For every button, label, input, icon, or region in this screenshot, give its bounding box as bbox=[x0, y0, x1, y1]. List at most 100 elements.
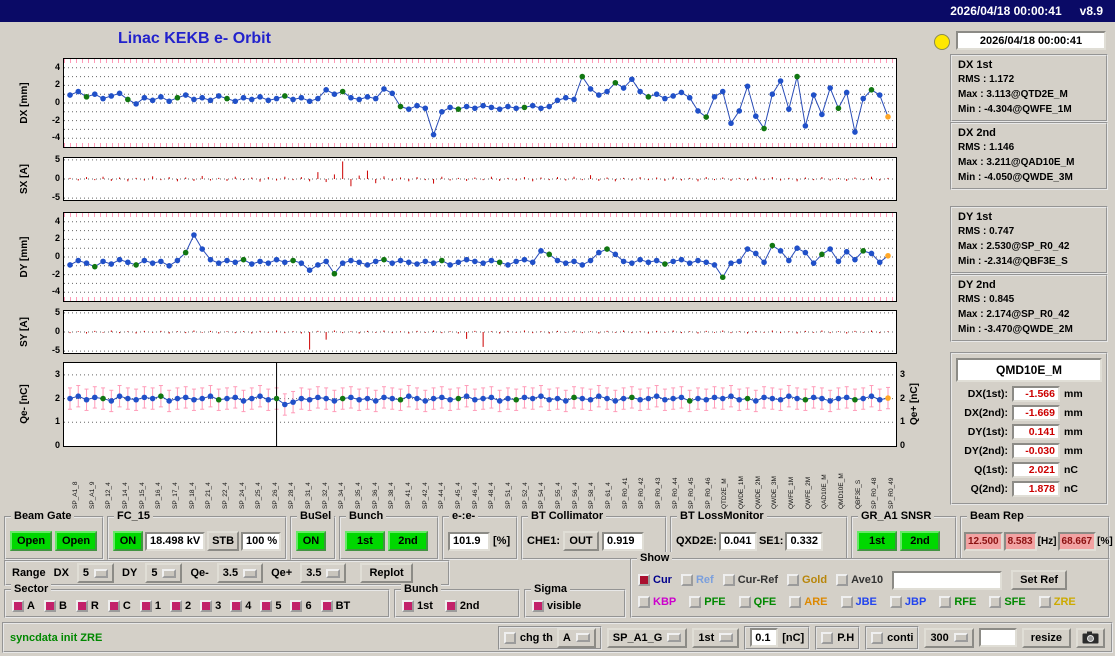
bunch-1st-button[interactable]: 1st bbox=[345, 531, 385, 551]
show-cur-ref[interactable]: Cur-Ref bbox=[722, 574, 778, 586]
show-kbp[interactable]: KBP bbox=[638, 596, 676, 608]
points-select[interactable]: 300 bbox=[924, 627, 974, 648]
station-label: SP_R0_45 bbox=[688, 477, 696, 509]
chg-th-checkbox[interactable] bbox=[503, 631, 516, 644]
device-select[interactable]: SP_A1_G bbox=[606, 627, 688, 648]
sector-2[interactable]: 2 bbox=[169, 599, 191, 612]
checkbox-box[interactable] bbox=[722, 574, 735, 586]
checkbox-box[interactable] bbox=[840, 596, 853, 608]
beam-gate-open-1-button[interactable]: Open bbox=[10, 531, 52, 551]
dx-orbit-chart[interactable] bbox=[63, 58, 897, 148]
checkbox-box[interactable] bbox=[43, 599, 56, 612]
station-label: QWFE_1M bbox=[788, 476, 796, 509]
checkbox-box[interactable] bbox=[680, 574, 693, 586]
checkbox-box[interactable] bbox=[638, 596, 650, 608]
bt-lossmonitor-panel: BT LossMonitor QXD2E: 0.041 SE1: 0.332 bbox=[670, 510, 848, 560]
beam-gate-open-2-button[interactable]: Open bbox=[55, 531, 97, 551]
sector-b[interactable]: B bbox=[43, 599, 67, 612]
busel-on-button[interactable]: ON bbox=[296, 531, 326, 551]
show-jbe[interactable]: JBE bbox=[840, 596, 877, 608]
bunch-2nd[interactable]: 2nd bbox=[444, 599, 479, 612]
checkbox-box[interactable] bbox=[139, 599, 152, 612]
bunch-2nd-button[interactable]: 2nd bbox=[388, 531, 428, 551]
conti-label: conti bbox=[887, 631, 914, 644]
checkbox-box[interactable] bbox=[836, 574, 849, 586]
set-ref-button[interactable]: Set Ref bbox=[1011, 570, 1068, 590]
bunch-1st[interactable]: 1st bbox=[402, 599, 433, 612]
monitor-row-unit: mm bbox=[1064, 425, 1083, 438]
checkbox-box[interactable] bbox=[402, 599, 414, 612]
checkbox-box[interactable] bbox=[889, 596, 902, 608]
bunch-select-label: Bunch bbox=[401, 583, 442, 595]
show-qfe[interactable]: QFE bbox=[738, 596, 776, 608]
sector-6[interactable]: 6 bbox=[290, 599, 312, 612]
show-rfe[interactable]: RFE bbox=[939, 596, 976, 608]
bunch-number-select[interactable]: 1st bbox=[692, 627, 740, 648]
checkbox-box[interactable] bbox=[787, 574, 800, 586]
checkbox-box[interactable] bbox=[738, 596, 751, 608]
sigma-visible[interactable]: visible bbox=[532, 599, 581, 612]
show-pfe[interactable]: PFE bbox=[689, 596, 726, 608]
beam-rep-panel: Beam Rep 12.500 8.583 [Hz] 68.667 [%] bbox=[960, 510, 1113, 560]
checkbox-box[interactable] bbox=[320, 599, 333, 612]
ph-checkbox[interactable] bbox=[821, 631, 834, 644]
show-ref[interactable]: Ref bbox=[680, 574, 714, 586]
sector-a[interactable]: A bbox=[12, 599, 35, 612]
checkbox-box[interactable] bbox=[532, 599, 544, 612]
stat-box-title: DY 2nd bbox=[958, 279, 996, 291]
gr-a1-2nd-button[interactable]: 2nd bbox=[900, 531, 940, 551]
charge-chart[interactable] bbox=[63, 362, 897, 447]
checkbox-box[interactable] bbox=[444, 599, 457, 612]
sector-c[interactable]: C bbox=[107, 599, 131, 612]
gr-a1-1st-button[interactable]: 1st bbox=[857, 531, 897, 551]
range-dy-select[interactable]: 5 bbox=[145, 563, 183, 583]
sector-5[interactable]: 5 bbox=[260, 599, 281, 612]
show-jbp[interactable]: JBP bbox=[889, 596, 926, 608]
checkbox-box[interactable] bbox=[12, 599, 24, 612]
sy-steering-chart[interactable] bbox=[63, 310, 897, 354]
checkbox-box[interactable] bbox=[939, 596, 952, 608]
checkbox-box[interactable] bbox=[169, 599, 182, 612]
sector-4[interactable]: 4 bbox=[230, 599, 251, 612]
fc15-on-button[interactable]: ON bbox=[113, 531, 143, 551]
che1-out-button[interactable]: OUT bbox=[563, 531, 600, 551]
show-gold[interactable]: Gold bbox=[787, 574, 827, 586]
range-qep-select[interactable]: 3.5 bbox=[300, 563, 347, 583]
status-led-icon bbox=[934, 34, 950, 50]
ref-name-input[interactable] bbox=[892, 570, 1003, 590]
range-qem-select[interactable]: 3.5 bbox=[216, 563, 264, 583]
checkbox-box[interactable] bbox=[230, 599, 243, 612]
show-zre[interactable]: ZRE bbox=[1038, 596, 1076, 608]
checkbox-box[interactable] bbox=[1038, 596, 1051, 608]
checkbox-box[interactable] bbox=[107, 599, 120, 612]
sx-steering-chart[interactable] bbox=[63, 157, 897, 201]
checkbox-box[interactable] bbox=[75, 599, 88, 612]
conti-checkbox[interactable] bbox=[871, 631, 884, 644]
replot-button[interactable]: Replot bbox=[360, 563, 413, 583]
checkbox-box[interactable] bbox=[290, 599, 303, 612]
screenshot-button[interactable] bbox=[1076, 627, 1105, 648]
checkbox-box[interactable] bbox=[260, 599, 273, 612]
show-sfe[interactable]: SFE bbox=[989, 596, 1026, 608]
range-dx-select[interactable]: 5 bbox=[76, 563, 115, 583]
checkbox-box[interactable] bbox=[689, 596, 702, 608]
checkbox-box[interactable] bbox=[989, 596, 1002, 608]
dy-orbit-chart[interactable] bbox=[63, 212, 897, 302]
aux-input[interactable] bbox=[978, 628, 1017, 647]
se1-label: SE1: bbox=[758, 535, 784, 547]
station-label: SP_R0_46 bbox=[704, 477, 712, 509]
sector-bt[interactable]: BT bbox=[320, 599, 350, 612]
checkbox-box[interactable] bbox=[200, 599, 213, 612]
sector-1[interactable]: 1 bbox=[139, 599, 161, 612]
thresh-sector-select[interactable]: A bbox=[556, 627, 596, 648]
show-cur[interactable]: Cur bbox=[638, 574, 672, 586]
resize-button[interactable]: resize bbox=[1021, 627, 1071, 648]
show-ave10[interactable]: Ave10 bbox=[836, 574, 883, 586]
checkbox-box[interactable] bbox=[638, 574, 650, 586]
sector-3[interactable]: 3 bbox=[200, 599, 221, 612]
monitor-row-label: DX(1st): bbox=[967, 387, 1008, 400]
fc15-stb-button[interactable]: STB bbox=[207, 531, 239, 551]
show-are[interactable]: ARE bbox=[789, 596, 828, 608]
sector-r[interactable]: R bbox=[75, 599, 99, 612]
checkbox-box[interactable] bbox=[789, 596, 802, 608]
